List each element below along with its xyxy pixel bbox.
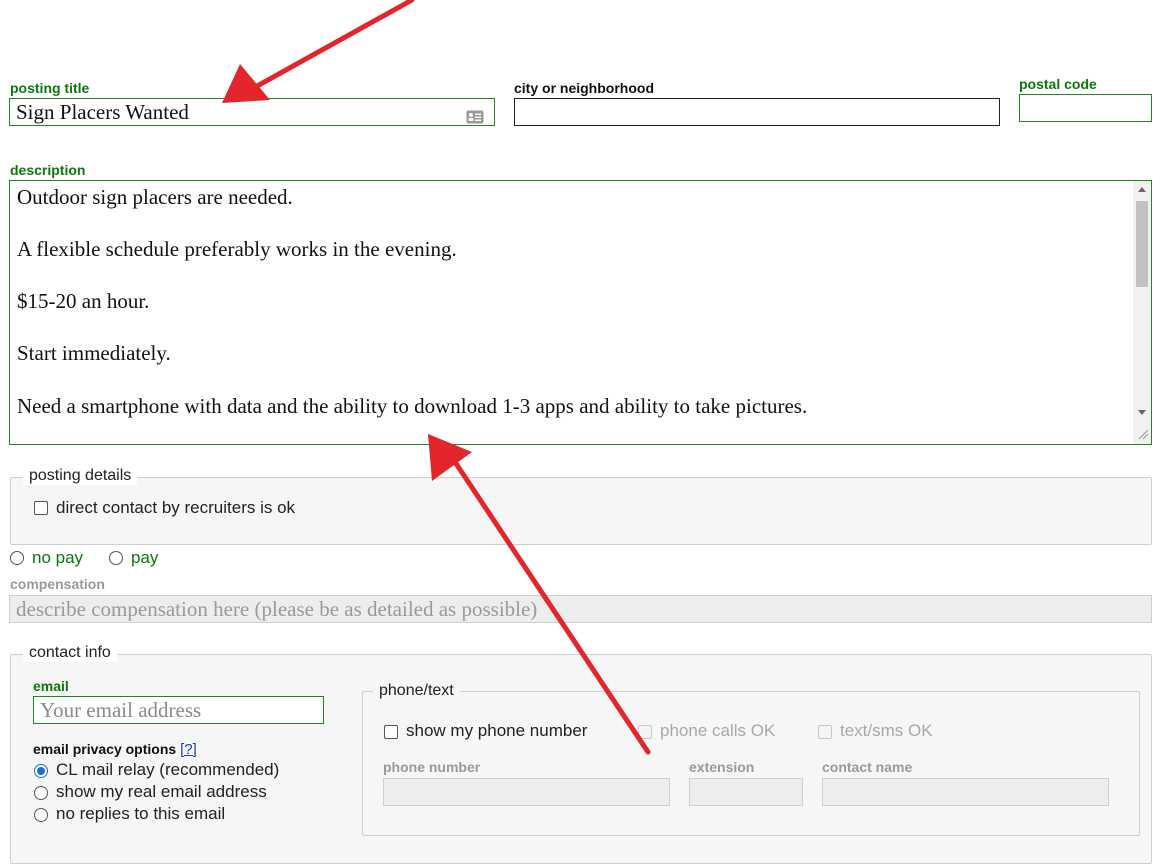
email-label: email: [33, 678, 69, 694]
arrow-to-title: [222, 0, 415, 103]
posting-details-legend: posting details: [23, 467, 138, 485]
privacy-option-none-radio[interactable]: [34, 808, 48, 822]
description-line: $15-20 an hour.: [17, 289, 150, 313]
extension-input[interactable]: [689, 778, 803, 806]
no-pay-label: no pay: [32, 548, 84, 567]
contact-card-icon[interactable]: [466, 104, 484, 124]
contact-name-label: contact name: [822, 759, 913, 775]
city-input[interactable]: [514, 98, 1000, 126]
email-placeholder: Your email address: [40, 698, 202, 722]
posting-title-value: Sign Placers Wanted: [16, 100, 189, 124]
no-pay-radio[interactable]: [10, 551, 24, 565]
text-sms-label: text/sms OK: [840, 721, 933, 740]
phone-calls-checkbox[interactable]: [638, 725, 652, 739]
posting-title-input[interactable]: Sign Placers Wanted: [9, 98, 495, 126]
scroll-down-icon[interactable]: [1138, 410, 1146, 415]
contact-info-fieldset: contact info email Your email address em…: [10, 644, 1152, 864]
pay-radio[interactable]: [109, 551, 123, 565]
text-sms-checkbox[interactable]: [818, 725, 832, 739]
phone-number-input[interactable]: [383, 778, 670, 806]
extension-label: extension: [689, 759, 755, 775]
city-label: city or neighborhood: [514, 80, 654, 96]
posting-title-label: posting title: [10, 80, 90, 96]
description-line: Need a smartphone with data and the abil…: [17, 394, 808, 418]
compensation-label: compensation: [10, 576, 105, 592]
postal-code-input[interactable]: [1019, 94, 1152, 122]
privacy-option-relay-label: CL mail relay (recommended): [56, 760, 280, 779]
scroll-up-icon[interactable]: [1138, 187, 1146, 192]
contact-info-legend: contact info: [23, 644, 117, 662]
description-textarea[interactable]: Outdoor sign placers are needed. A flexi…: [9, 180, 1152, 445]
privacy-option-none-label: no replies to this email: [56, 804, 226, 823]
description-label: description: [10, 162, 86, 178]
phone-number-label: phone number: [383, 759, 481, 775]
description-line: Outdoor sign placers are needed.: [17, 185, 293, 209]
privacy-option-real-label: show my real email address: [56, 782, 267, 801]
scrollbar-thumb[interactable]: [1136, 201, 1148, 287]
description-line: A flexible schedule preferably works in …: [17, 237, 457, 261]
email-input[interactable]: Your email address: [33, 696, 324, 724]
privacy-help-link[interactable]: [?]: [180, 741, 197, 758]
privacy-option-real-radio[interactable]: [34, 786, 48, 800]
show-phone-label: show my phone number: [406, 721, 588, 740]
recruiters-checkbox[interactable]: [34, 501, 48, 515]
privacy-option-relay-radio[interactable]: [34, 764, 48, 778]
phone-text-fieldset: phone/text show my phone number phone ca…: [362, 682, 1140, 836]
show-phone-checkbox[interactable]: [384, 725, 398, 739]
description-scrollbar[interactable]: [1133, 181, 1151, 444]
description-line: Start immediately.: [17, 341, 171, 365]
posting-details-fieldset: posting details direct contact by recrui…: [10, 467, 1152, 545]
email-privacy-text: email privacy options: [33, 741, 177, 757]
postal-code-label: postal code: [1019, 76, 1097, 92]
compensation-input[interactable]: describe compensation here (please be as…: [9, 595, 1152, 623]
email-privacy-label: email privacy options [?]: [33, 741, 197, 758]
phone-calls-label: phone calls OK: [660, 721, 776, 740]
phone-text-legend: phone/text: [373, 682, 460, 700]
pay-label: pay: [131, 548, 159, 567]
resize-handle-icon[interactable]: [1137, 427, 1149, 440]
contact-name-input[interactable]: [822, 778, 1109, 806]
compensation-placeholder: describe compensation here (please be as…: [16, 597, 538, 621]
recruiters-label: direct contact by recruiters is ok: [56, 498, 296, 517]
